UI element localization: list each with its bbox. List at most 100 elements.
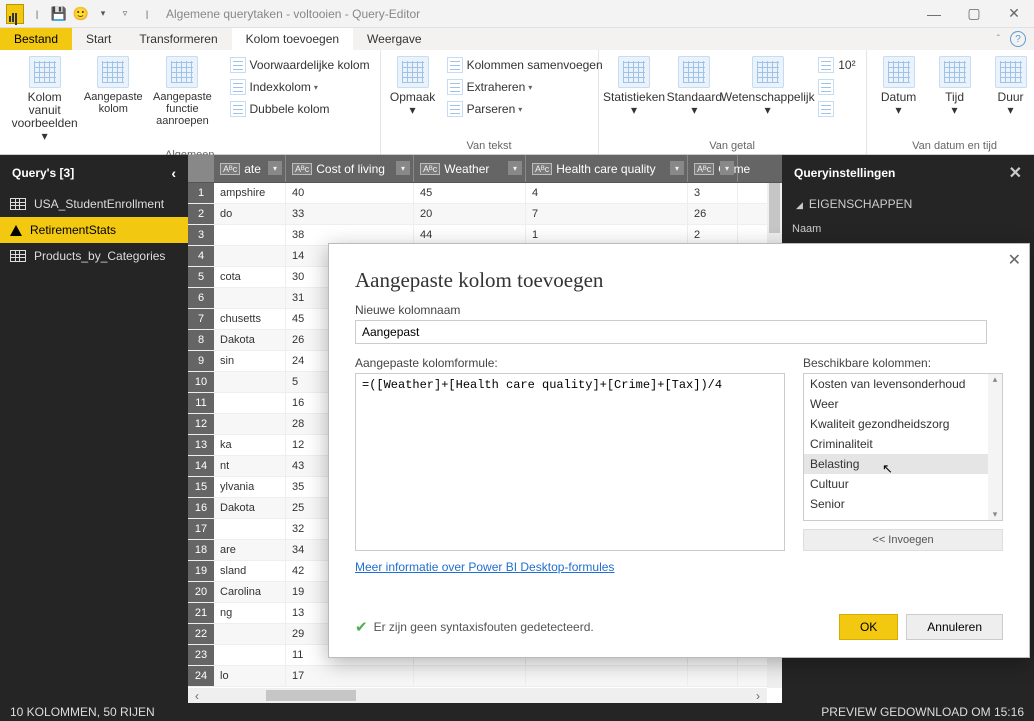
table-cell[interactable] — [214, 372, 286, 392]
statistics-button[interactable]: Statistieken▾ — [603, 52, 666, 121]
table-cell[interactable] — [526, 666, 688, 686]
scroll-right-icon[interactable]: › — [749, 689, 767, 703]
time-button[interactable]: Tijd▾ — [927, 52, 983, 121]
table-cell[interactable]: 7 — [526, 204, 688, 224]
table-cell[interactable]: 26 — [688, 204, 738, 224]
index-column-button[interactable]: Indexkolom▾ — [226, 76, 374, 98]
columns-scrollbar[interactable] — [988, 374, 1002, 520]
tab-add-column[interactable]: Kolom toevoegen — [232, 28, 353, 50]
available-column-item[interactable]: Senior — [804, 494, 1002, 514]
column-header[interactable]: ▾Aᴮcate — [214, 155, 286, 182]
table-cell[interactable]: 3 — [688, 183, 738, 203]
column-name-input[interactable] — [355, 320, 987, 344]
table-cell[interactable]: 1 — [526, 225, 688, 245]
table-cell[interactable] — [214, 519, 286, 539]
table-cell[interactable]: ylvania — [214, 477, 286, 497]
table-cell[interactable]: 17 — [286, 666, 414, 686]
table-cell[interactable]: chusetts — [214, 309, 286, 329]
table-cell[interactable]: Dakota — [214, 330, 286, 350]
help-icon[interactable]: ? — [1010, 31, 1026, 47]
close-panel-icon[interactable]: ✕ — [1009, 163, 1022, 183]
available-column-item[interactable]: Cultuur — [804, 474, 1002, 494]
sidebar-query-item[interactable]: Products_by_Categories — [0, 243, 188, 269]
merge-columns-button[interactable]: Kolommen samenvoegen — [443, 54, 607, 76]
column-header[interactable]: ▾AᴮcCrime — [688, 155, 738, 182]
standard-button[interactable]: Standaard▾ — [666, 52, 724, 121]
extract-button[interactable]: Extraheren▾ — [443, 76, 607, 98]
qat-smiley-dropdown[interactable]: ▾ — [93, 4, 113, 24]
available-columns-list[interactable]: Kosten van levensonderhoudWeerKwaliteit … — [803, 373, 1003, 521]
table-cell[interactable]: lo — [214, 666, 286, 686]
trig-button[interactable] — [814, 76, 859, 98]
table-cell[interactable] — [214, 288, 286, 308]
filter-dropdown-icon[interactable]: ▾ — [396, 161, 410, 175]
table-cell[interactable] — [214, 393, 286, 413]
table-cell[interactable]: ng — [214, 603, 286, 623]
table-cell[interactable]: 2 — [688, 225, 738, 245]
filter-dropdown-icon[interactable]: ▾ — [670, 161, 684, 175]
available-column-item[interactable]: Criminaliteit — [804, 434, 1002, 454]
table-cell[interactable]: 20 — [414, 204, 526, 224]
invoke-function-button[interactable]: Aangepaste functie aanroepen — [141, 52, 223, 131]
column-header[interactable]: ▾AᴮcCost of living — [286, 155, 414, 182]
filter-dropdown-icon[interactable]: ▾ — [268, 161, 282, 175]
table-cell[interactable]: do — [214, 204, 286, 224]
custom-column-button[interactable]: Aangepaste kolom — [85, 52, 141, 119]
table-row[interactable]: 24lo17 — [188, 666, 782, 687]
available-column-item[interactable]: Kwaliteit gezondheidszorg — [804, 414, 1002, 434]
collapse-left-icon[interactable]: ‹ — [171, 165, 176, 181]
save-icon[interactable]: 💾 — [49, 4, 69, 24]
horizontal-scrollbar[interactable]: ‹ › — [188, 688, 767, 703]
tab-file[interactable]: Bestand — [0, 28, 72, 50]
table-cell[interactable] — [414, 666, 526, 686]
table-cell[interactable]: cota — [214, 267, 286, 287]
table-cell[interactable]: ka — [214, 435, 286, 455]
duration-button[interactable]: Duur▾ — [983, 52, 1034, 121]
tab-transform[interactable]: Transformeren — [125, 28, 231, 50]
table-cell[interactable]: are — [214, 540, 286, 560]
table-row[interactable]: 2do3320726 — [188, 204, 782, 225]
column-from-examples-button[interactable]: Kolom vanuit voorbeelden ▾ — [4, 52, 85, 147]
close-icon[interactable]: ✕ — [994, 0, 1034, 28]
parse-button[interactable]: Parseren▾ — [443, 98, 607, 120]
minimize-icon[interactable]: — — [914, 0, 954, 28]
table-cell[interactable]: 40 — [286, 183, 414, 203]
filter-dropdown-icon[interactable]: ▾ — [508, 161, 522, 175]
table-cell[interactable]: sland — [214, 561, 286, 581]
maximize-icon[interactable]: ▢ — [954, 0, 994, 28]
rounding-button[interactable] — [814, 98, 859, 120]
column-header[interactable]: ▾AᴮcHealth care quality — [526, 155, 688, 182]
column-header[interactable]: ▾AᴮcWeather — [414, 155, 526, 182]
sidebar-query-item[interactable]: RetirementStats — [0, 217, 188, 243]
format-button[interactable]: Opmaak▾ — [385, 52, 441, 121]
table-cell[interactable]: 38 — [286, 225, 414, 245]
table-cell[interactable] — [214, 246, 286, 266]
table-row[interactable]: 1ampshire404543 — [188, 183, 782, 204]
tab-view[interactable]: Weergave — [353, 28, 435, 50]
duplicate-column-button[interactable]: Dubbele kolom — [226, 98, 374, 120]
available-column-item[interactable]: Weer — [804, 394, 1002, 414]
table-cell[interactable]: nt — [214, 456, 286, 476]
table-cell[interactable]: ampshire — [214, 183, 286, 203]
scientific-button[interactable]: Wetenschappelijk▾ — [723, 52, 812, 121]
table-cell[interactable]: 33 — [286, 204, 414, 224]
table-cell[interactable]: Carolina — [214, 582, 286, 602]
dialog-close-icon[interactable]: ✕ — [1008, 250, 1021, 270]
table-cell[interactable]: Dakota — [214, 498, 286, 518]
scroll-left-icon[interactable]: ‹ — [188, 689, 206, 703]
power-button[interactable]: 10² — [814, 54, 859, 76]
available-column-item[interactable]: Belasting — [804, 454, 1002, 474]
table-cell[interactable]: 45 — [414, 183, 526, 203]
table-cell[interactable] — [214, 624, 286, 644]
date-button[interactable]: Datum▾ — [871, 52, 927, 121]
ribbon-collapse-icon[interactable]: ˆ — [997, 34, 1000, 45]
tab-start[interactable]: Start — [72, 28, 125, 50]
table-cell[interactable] — [214, 414, 286, 434]
table-cell[interactable]: 44 — [414, 225, 526, 245]
sidebar-query-item[interactable]: USA_StudentEnrollment — [0, 191, 188, 217]
insert-button[interactable]: << Invoegen — [803, 529, 1003, 551]
smiley-icon[interactable]: 🙂 — [71, 4, 91, 24]
cancel-button[interactable]: Annuleren — [906, 614, 1003, 640]
formula-help-link[interactable]: Meer informatie over Power BI Desktop-fo… — [355, 560, 614, 574]
formula-input[interactable]: =([Weather]+[Health care quality]+[Crime… — [355, 373, 785, 551]
